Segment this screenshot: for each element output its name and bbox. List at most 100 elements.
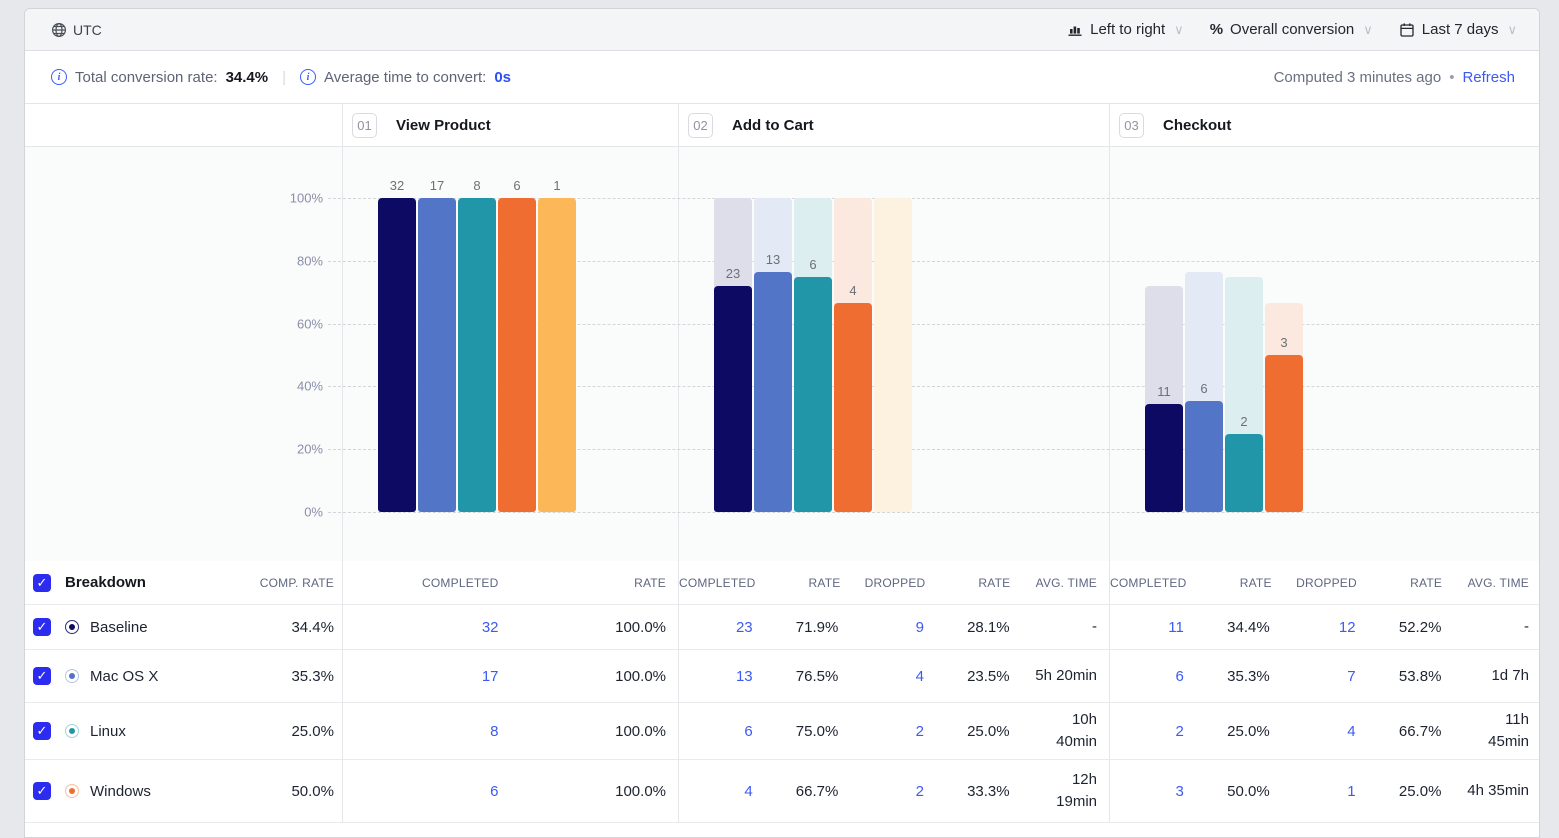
dropped-link[interactable]: 4 (1282, 723, 1368, 740)
funnel-bar[interactable]: 6 (794, 198, 832, 512)
breakdown-cell: ✓Windows50.0% (25, 760, 342, 822)
funnel-bar-completed[interactable] (1265, 355, 1303, 512)
funnel-bar-completed[interactable] (418, 198, 456, 512)
refresh-link[interactable]: Refresh (1462, 69, 1515, 86)
funnel-chart-area: 3217861 231364 11623 100%80%60%40%20%0% (25, 147, 1539, 561)
step-title: Checkout (1163, 117, 1231, 134)
funnel-bar[interactable]: 32 (378, 198, 416, 512)
rate-value: 75.0% (765, 723, 851, 740)
breakdown-checkbox[interactable]: ✓ (33, 618, 51, 636)
avg-time-label: Average time to convert: (324, 69, 486, 86)
breakdown-checkbox[interactable]: ✓ (33, 667, 51, 685)
completed-link[interactable]: 13 (679, 668, 765, 685)
drop-rate-value: 25.0% (1368, 783, 1454, 800)
y-axis-label: 0% (25, 505, 323, 520)
dropped-link[interactable]: 9 (850, 619, 936, 636)
funnel-bar[interactable]: 6 (1185, 198, 1223, 512)
avg-time-cell: 1d 7h (1453, 665, 1540, 687)
dropped-link[interactable]: 4 (850, 668, 936, 685)
funnel-bar[interactable]: 23 (714, 198, 752, 512)
rate-value: 50.0% (1196, 783, 1282, 800)
timezone-button[interactable]: UTC (51, 22, 102, 38)
funnel-bar[interactable]: 13 (754, 198, 792, 512)
bar-value-label: 6 (1185, 381, 1223, 396)
breakdown-checkbox[interactable]: ✓ (33, 782, 51, 800)
avg-time-cell: - (1453, 616, 1540, 638)
series-color-icon (65, 669, 79, 683)
funnel-bar[interactable]: 8 (458, 198, 496, 512)
funnel-bar-completed[interactable] (794, 277, 832, 513)
total-conversion-value: 34.4% (226, 69, 269, 86)
computed-timestamp: Computed 3 minutes ago (1274, 69, 1442, 86)
dropped-link[interactable]: 12 (1282, 619, 1368, 636)
funnel-bar-completed[interactable] (1225, 434, 1263, 513)
step1-cells: 32100.0% (342, 605, 678, 649)
funnel-bar[interactable]: 1 (538, 198, 576, 512)
completed-link[interactable]: 2 (1110, 723, 1196, 740)
dropped-link[interactable]: 2 (850, 783, 936, 800)
completed-link[interactable]: 6 (679, 723, 765, 740)
funnel-bar-completed[interactable] (834, 303, 872, 512)
breakdown-checkbox[interactable]: ✓ (33, 722, 51, 740)
completed-link[interactable]: 6 (343, 783, 511, 800)
step-header-1: 01 View Product (342, 104, 678, 146)
y-axis-column (25, 147, 342, 561)
completed-link[interactable]: 32 (343, 619, 511, 636)
funnel-bar[interactable] (1305, 198, 1343, 512)
completed-link[interactable]: 17 (343, 668, 511, 685)
bar-chart-icon (1067, 22, 1083, 38)
funnel-bar-dropoff (874, 198, 912, 512)
metric-dropdown[interactable]: % Overall conversion ∨ (1210, 21, 1373, 38)
dropped-link[interactable]: 1 (1282, 783, 1368, 800)
rate-value: 35.3% (1196, 668, 1282, 685)
direction-dropdown[interactable]: Left to right ∨ (1067, 21, 1184, 38)
table-row: ✓Linux25.0%8100.0%675.0%225.0%10h 40min2… (25, 703, 1539, 760)
rate-header: RATE (511, 576, 679, 590)
completed-header: COMPLETED (679, 576, 767, 590)
total-conversion-stat: i Total conversion rate: 34.4% (51, 69, 268, 86)
step2-cells: 1376.5%423.5%5h 20min (678, 650, 1109, 702)
chevron-down-icon: ∨ (1507, 22, 1517, 38)
info-icon[interactable]: i (300, 69, 316, 85)
completed-link[interactable]: 11 (1110, 619, 1196, 636)
step1-cells: 8100.0% (342, 703, 678, 759)
step3-cells: 1134.4%1252.2%- (1109, 605, 1540, 649)
bar-value-label: 23 (714, 266, 752, 281)
funnel-bar-completed[interactable] (538, 198, 576, 512)
drop-rate-value: 53.8% (1368, 668, 1454, 685)
rate-value: 34.4% (1196, 619, 1282, 636)
comp-rate-value: 35.3% (291, 668, 334, 685)
funnel-bar[interactable]: 2 (1225, 198, 1263, 512)
funnel-bar[interactable]: 4 (834, 198, 872, 512)
funnel-bar-completed[interactable] (714, 286, 752, 512)
funnel-bar-completed[interactable] (458, 198, 496, 512)
step-titles-spacer (25, 104, 342, 146)
dropped-link[interactable]: 7 (1282, 668, 1368, 685)
avg-time-cell: 11h 45min (1453, 709, 1540, 753)
funnel-bar[interactable]: 17 (418, 198, 456, 512)
info-icon[interactable]: i (51, 69, 67, 85)
funnel-bar[interactable]: 3 (1265, 198, 1303, 512)
dropped-link[interactable]: 2 (850, 723, 936, 740)
breakdown-label: Linux (90, 723, 126, 740)
rate-value: 66.7% (765, 783, 851, 800)
funnel-bar-completed[interactable] (498, 198, 536, 512)
funnel-bar[interactable]: 6 (498, 198, 536, 512)
select-all-checkbox[interactable]: ✓ (33, 574, 51, 592)
funnel-bar-completed[interactable] (754, 272, 792, 512)
date-range-dropdown[interactable]: Last 7 days ∨ (1399, 21, 1517, 38)
completed-link[interactable]: 3 (1110, 783, 1196, 800)
completed-link[interactable]: 6 (1110, 668, 1196, 685)
step-number-badge: 03 (1119, 113, 1144, 138)
funnel-bar-completed[interactable] (378, 198, 416, 512)
step2-cells: 675.0%225.0%10h 40min (678, 703, 1109, 759)
completed-link[interactable]: 23 (679, 619, 765, 636)
funnel-bar-completed[interactable] (1145, 404, 1183, 512)
completed-header: COMPLETED (343, 576, 511, 590)
funnel-bar-completed[interactable] (1185, 401, 1223, 512)
bar-value-label: 6 (794, 257, 832, 272)
completed-link[interactable]: 8 (343, 723, 511, 740)
funnel-bar[interactable] (874, 198, 912, 512)
completed-link[interactable]: 4 (679, 783, 765, 800)
funnel-bar[interactable]: 11 (1145, 198, 1183, 512)
